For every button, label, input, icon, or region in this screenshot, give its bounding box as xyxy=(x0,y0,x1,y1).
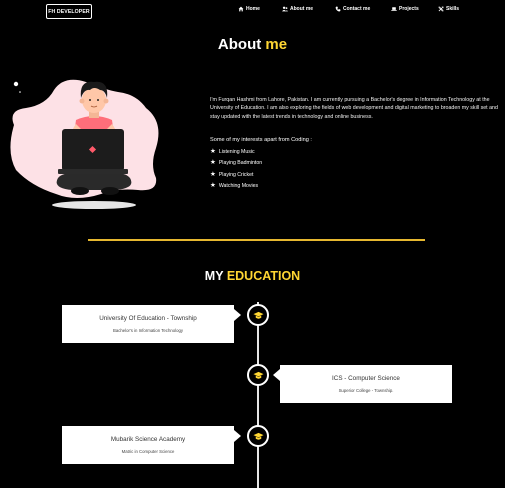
star-icon: ★ xyxy=(210,182,216,190)
character-ear-right xyxy=(103,98,109,104)
card-pointer xyxy=(273,369,280,381)
character-head xyxy=(82,87,106,113)
nav-about[interactable]: About me xyxy=(282,6,313,12)
nav-skills-label: Skills xyxy=(446,6,460,12)
site-logo[interactable]: FH DEVELOPER xyxy=(46,4,92,19)
interests-list: ★ Listening Music ★ Playing Badminton ★ Pla… xyxy=(210,146,262,192)
interest-item: ★ Playing Badminton xyxy=(210,158,262,170)
nav-home[interactable]: Home xyxy=(238,6,260,12)
character-eye-left xyxy=(89,99,91,101)
character-shoe-right xyxy=(101,187,119,195)
interests-title: Some of my interests apart from Coding : xyxy=(210,137,312,143)
section-divider xyxy=(88,239,425,241)
character-ear-left xyxy=(79,98,85,104)
graduation-cap-icon xyxy=(252,432,264,440)
character-legs xyxy=(56,172,132,190)
interest-label: Watching Movies xyxy=(218,183,259,190)
star-icon: ★ xyxy=(210,147,216,155)
education-card-subtitle: Bachelor's in Information Technology xyxy=(112,328,183,333)
graduation-cap-icon xyxy=(252,371,264,379)
character-eye-right xyxy=(97,99,99,101)
floor-shadow xyxy=(52,201,136,209)
nav-skills[interactable]: Skills xyxy=(438,6,459,12)
home-icon xyxy=(238,6,244,12)
timeline-line xyxy=(257,302,259,488)
card-pointer xyxy=(234,430,241,442)
nav-projects-label: Projects xyxy=(399,6,419,12)
laptop-icon xyxy=(391,7,397,11)
education-card: ICS - Computer Science Superior College … xyxy=(280,365,452,403)
interest-label: Playing Cricket xyxy=(218,171,254,178)
education-card-subtitle: Superior College - Township. xyxy=(338,388,394,393)
star-icon: ★ xyxy=(210,159,216,167)
interest-item: ★ Playing Cricket xyxy=(210,169,262,181)
about-title: About me xyxy=(0,36,505,53)
star-icon: ★ xyxy=(210,170,216,178)
graduation-cap-icon xyxy=(252,311,264,319)
education-title: MY EDUCATION xyxy=(0,269,505,283)
interest-label: Listening Music xyxy=(218,148,255,155)
about-description: I'm Furqan Hashmi from Lahore, Pakistan.… xyxy=(210,97,498,120)
interest-item: ★ Watching Movies xyxy=(210,181,262,193)
about-title-accent: me xyxy=(265,36,288,53)
nav-contact-label: Contact me xyxy=(343,6,371,12)
interest-item: ★ Listening Music xyxy=(210,146,262,158)
card-pointer xyxy=(234,309,241,321)
nav-projects[interactable]: Projects xyxy=(391,6,419,12)
about-title-main: About xyxy=(217,36,262,53)
tools-icon xyxy=(438,6,444,12)
education-title-accent: EDUCATION xyxy=(226,269,301,283)
decor-dot xyxy=(13,81,19,87)
users-icon xyxy=(282,6,288,12)
education-card: Mubarik Science Academy Matric in Comput… xyxy=(62,426,234,464)
main-nav: Home About me Contact me Projects Skills xyxy=(238,6,505,16)
laptop-base xyxy=(58,169,128,174)
education-card-title: ICS - Computer Science xyxy=(332,375,400,382)
character-shoe-left xyxy=(71,187,89,195)
education-title-main: MY xyxy=(204,269,224,283)
nav-home-label: Home xyxy=(246,6,260,12)
timeline-node xyxy=(247,364,269,386)
timeline-node xyxy=(247,304,269,326)
decor-dot-small xyxy=(19,91,21,93)
developer-illustration xyxy=(10,79,159,209)
nav-contact[interactable]: Contact me xyxy=(335,6,370,12)
phone-icon xyxy=(335,6,341,12)
interest-label: Playing Badminton xyxy=(218,160,263,167)
education-card-title: Mubarik Science Academy xyxy=(110,436,186,443)
nav-about-label: About me xyxy=(290,6,314,12)
education-card: University Of Education - Township Bache… xyxy=(62,305,234,343)
timeline-node xyxy=(247,425,269,447)
education-card-title: University Of Education - Township xyxy=(99,315,197,322)
education-card-subtitle: Matric in Computer Science xyxy=(121,449,175,454)
